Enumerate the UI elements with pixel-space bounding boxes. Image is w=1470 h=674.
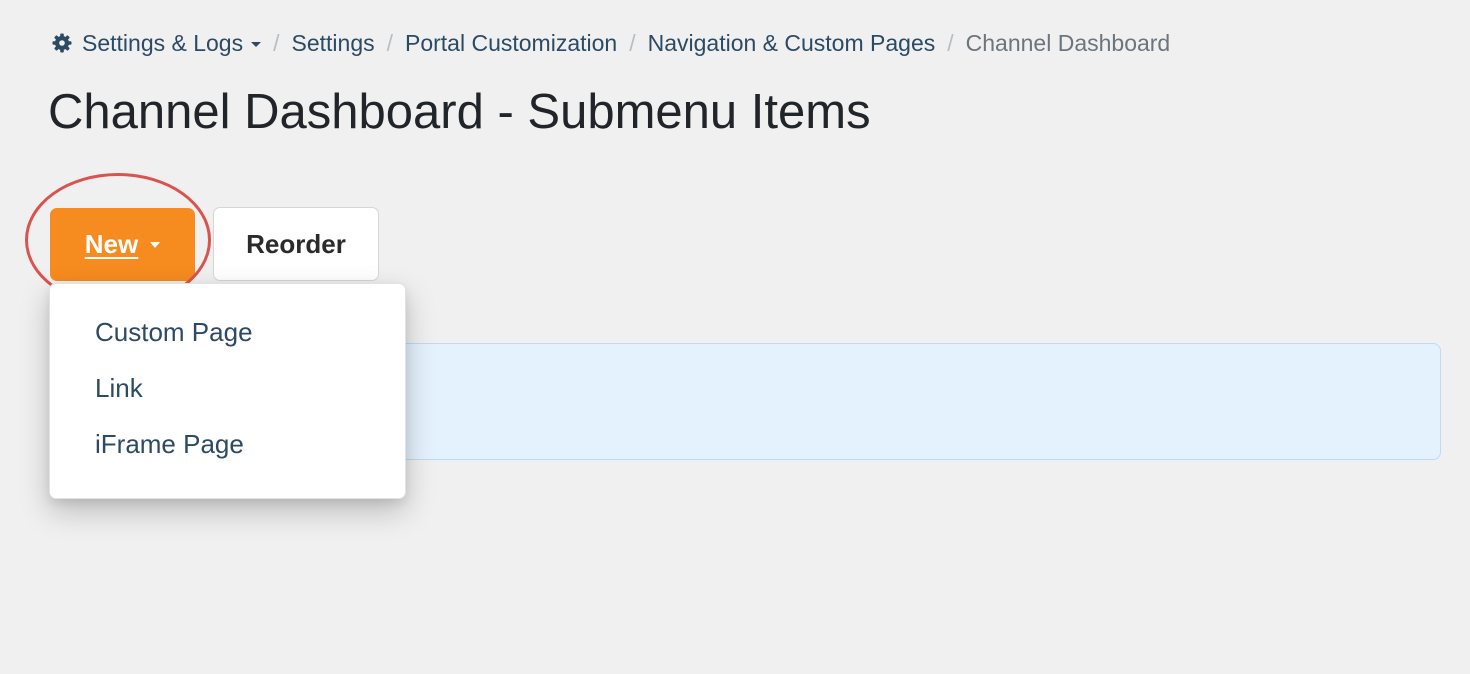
breadcrumb-separator: / [386, 30, 393, 56]
reorder-button[interactable]: Reorder [213, 207, 379, 281]
new-dropdown-menu: Custom Page Link iFrame Page [49, 283, 406, 499]
gear-icon [52, 33, 72, 53]
new-button-label: New [84, 229, 139, 259]
breadcrumb-channel-dashboard: Channel Dashboard [965, 30, 1171, 56]
breadcrumb-navigation-custom-pages[interactable]: Navigation & Custom Pages [648, 29, 936, 57]
info-panel [380, 343, 1441, 460]
menu-item-iframe-page[interactable]: iFrame Page [50, 414, 405, 475]
breadcrumb-settings[interactable]: Settings [292, 29, 375, 57]
caret-down-icon [251, 41, 262, 47]
menu-item-link[interactable]: Link [50, 358, 405, 419]
breadcrumb-portal-customization[interactable]: Portal Customization [405, 29, 617, 57]
breadcrumb-settings-logs-label: Settings & Logs [82, 30, 244, 56]
breadcrumb-separator: / [947, 30, 954, 56]
caret-down-icon [150, 241, 161, 248]
new-button[interactable]: New [50, 208, 195, 281]
breadcrumb: Settings & Logs / Settings / Portal Cust… [52, 29, 1170, 57]
menu-item-custom-page[interactable]: Custom Page [50, 302, 405, 363]
breadcrumb-settings-logs[interactable]: Settings & Logs [52, 29, 262, 57]
breadcrumb-separator: / [629, 30, 636, 56]
breadcrumb-separator: / [273, 30, 280, 56]
page-title: Channel Dashboard - Submenu Items [48, 85, 871, 139]
